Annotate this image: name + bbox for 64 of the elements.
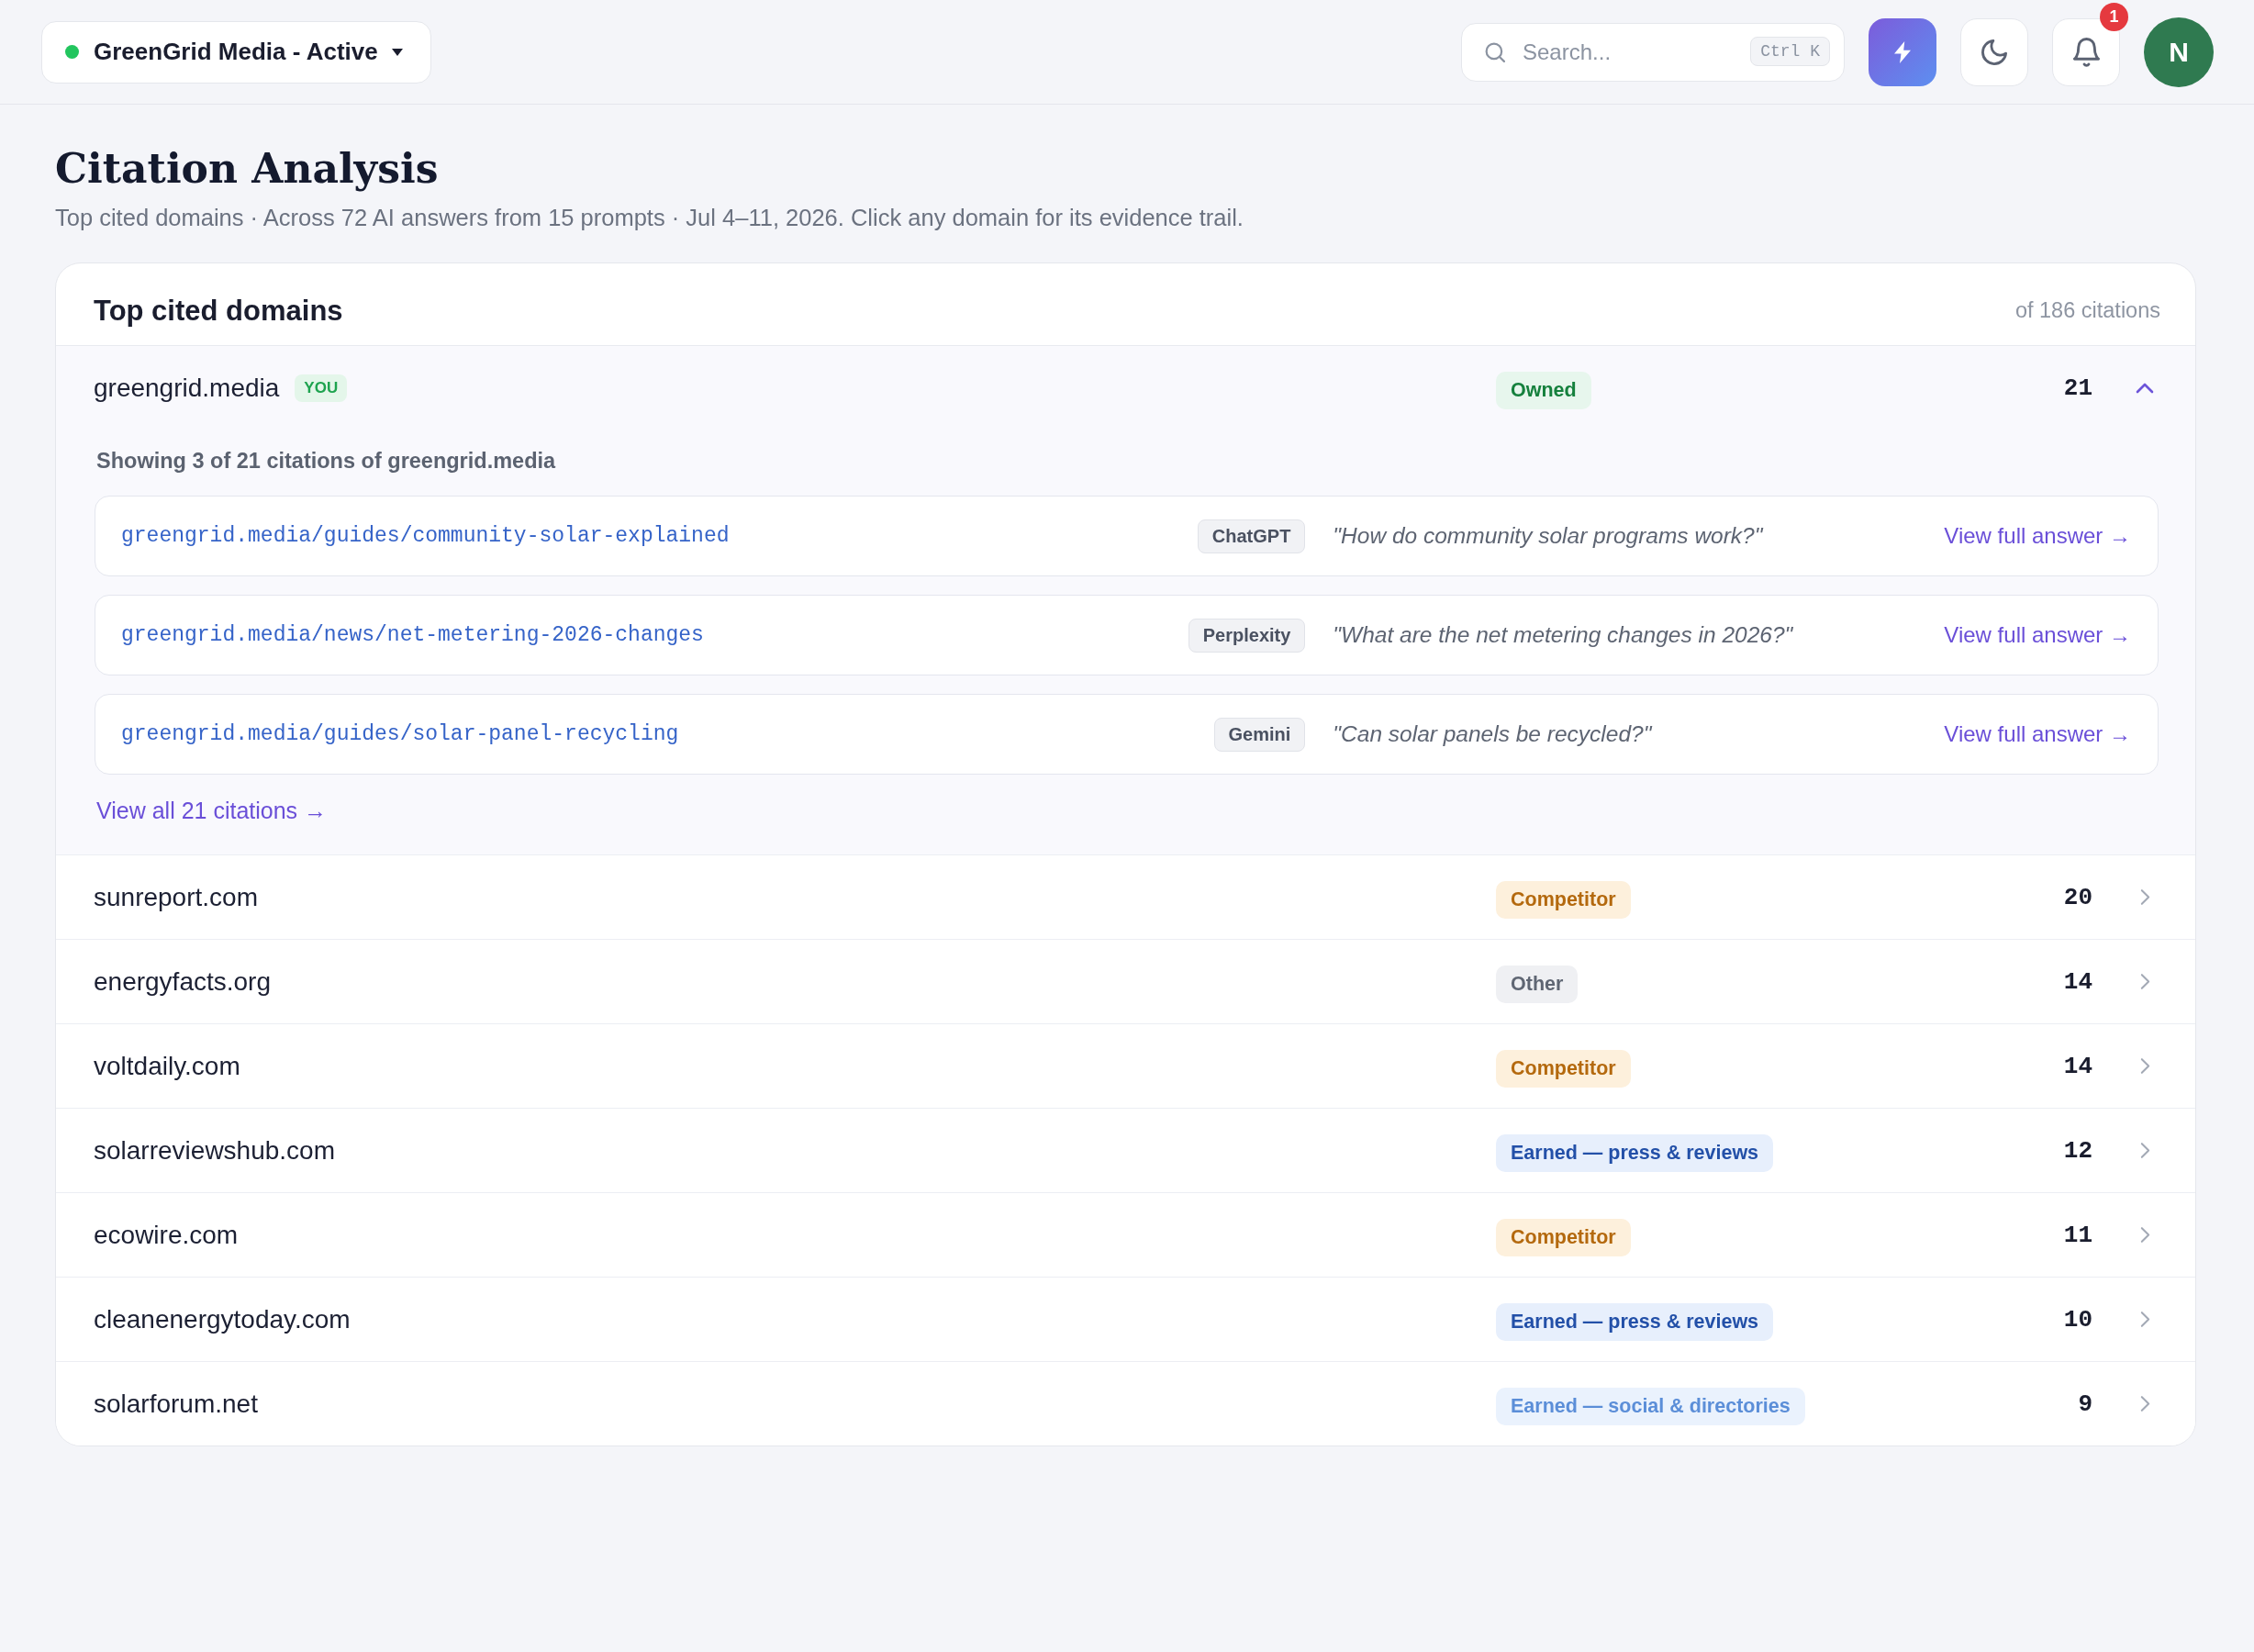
citation-count: 14 <box>2063 967 2092 996</box>
category-badge: Owned <box>1496 372 1591 410</box>
citation-count: 11 <box>2063 1221 2092 1249</box>
domain-name: greengrid.media <box>94 373 280 403</box>
you-badge: YOU <box>295 374 348 402</box>
citation-count: 21 <box>2063 374 2092 402</box>
citation-url[interactable]: greengrid.media/guides/community-solar-explained <box>121 524 730 549</box>
model-badge: Perplexity <box>1188 618 1306 653</box>
citation-count: 12 <box>2063 1136 2092 1165</box>
status-dot-icon <box>65 45 79 59</box>
bell-icon <box>2072 37 2100 67</box>
prompt-quote: "How do community solar programs work?" <box>1333 523 1763 550</box>
citation-count: 9 <box>2078 1390 2092 1418</box>
citation-url[interactable]: greengrid.media/news/net-metering-2026-changes <box>121 623 704 648</box>
category-badge: Earned — press & reviews <box>1496 1134 1774 1173</box>
search-icon <box>1485 41 1505 62</box>
citations-total: of 186 citations <box>2014 298 2160 324</box>
domain-name: energyfacts.org <box>94 966 271 997</box>
citation-count: 20 <box>2063 883 2092 911</box>
model-badge: ChatGPT <box>1197 519 1306 553</box>
category-badge: Competitor <box>1496 881 1631 920</box>
chevron-right-icon <box>2140 1395 2150 1413</box>
category-badge: Competitor <box>1496 1219 1631 1257</box>
domain-name: solarforum.net <box>94 1389 258 1419</box>
chevron-right-icon <box>2140 1057 2150 1076</box>
moon-icon <box>1981 39 2007 65</box>
user-avatar[interactable]: N <box>2144 17 2214 87</box>
domain-name: solarreviewshub.com <box>94 1135 335 1166</box>
chevron-up-icon <box>2136 382 2154 394</box>
view-answer-link[interactable]: View full answer → <box>1944 523 2131 550</box>
category-badge: Earned — press & reviews <box>1496 1303 1774 1342</box>
quick-action-button[interactable] <box>1869 17 1936 86</box>
domain-name: ecowire.com <box>94 1220 239 1250</box>
chevron-right-icon <box>2140 1142 2150 1160</box>
prompt-quote: "Can solar panels be recycled?" <box>1333 721 1652 748</box>
chevron-right-icon <box>2140 888 2150 907</box>
chevron-right-icon <box>2140 973 2150 991</box>
theme-toggle-button[interactable] <box>1960 17 2028 86</box>
citation-count: 10 <box>2063 1305 2092 1334</box>
domain-name: voltdaily.com <box>94 1051 240 1081</box>
category-badge: Other <box>1496 966 1579 1004</box>
workspace-selector[interactable]: GreenGrid Media - Active <box>41 20 431 84</box>
category-badge: Competitor <box>1496 1050 1631 1088</box>
citation-url[interactable]: greengrid.media/guides/solar-panel-recycling <box>121 722 679 747</box>
citations-summary: Showing 3 of 21 citations of greengrid.media <box>95 448 556 474</box>
prompt-quote: "What are the net metering changes in 2026?" <box>1333 622 1793 649</box>
domain-name: cleanenergytoday.com <box>94 1304 351 1334</box>
shortcut-key: Ctrl K <box>1750 36 1830 66</box>
domain-row[interactable]: greengrid.media YOU Owned 21 <box>56 346 2195 430</box>
chevron-right-icon <box>2140 1311 2150 1329</box>
citation-count: 14 <box>2063 1052 2092 1080</box>
caret-icon <box>391 48 403 56</box>
bolt-icon <box>1894 40 1911 63</box>
notification-count: 1 <box>2100 2 2128 31</box>
category-badge: Earned — social & directories <box>1496 1388 1805 1426</box>
page-subtitle: Top cited domains · Across 72 AI answers from 15 prompts · Jul 4–11, 2026. Click any domain for its evidence trail. <box>55 204 1244 233</box>
card-title: Top cited domains <box>94 294 343 328</box>
view-answer-link[interactable]: View full answer → <box>1944 721 2131 748</box>
model-badge: Gemini <box>1213 717 1306 752</box>
domain-name: sunreport.com <box>94 882 258 912</box>
view-answer-link[interactable]: View full answer → <box>1944 622 2131 649</box>
view-all-link[interactable]: View all 21 citations → <box>96 797 328 825</box>
page-title: Citation Analysis <box>55 144 439 194</box>
chevron-right-icon <box>2140 1226 2150 1245</box>
